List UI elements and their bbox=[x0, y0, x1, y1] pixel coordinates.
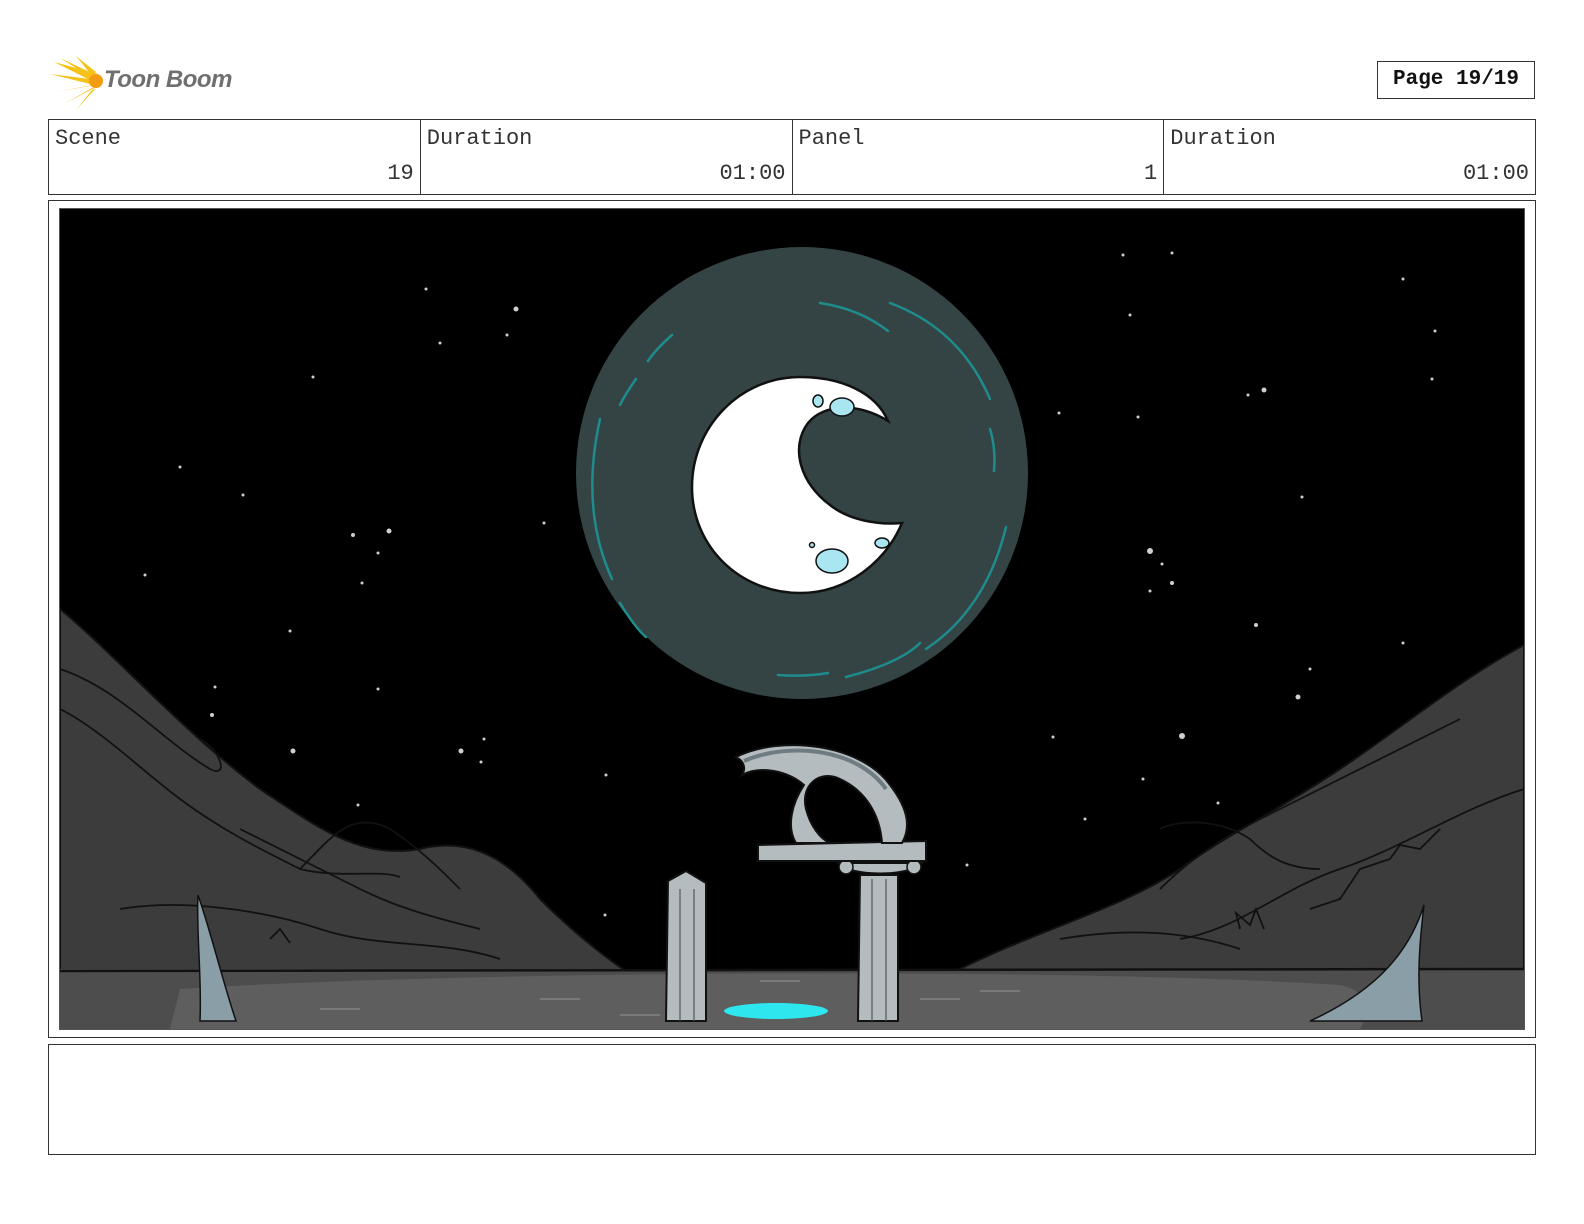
scene-duration-cell: Duration 01:00 bbox=[421, 120, 793, 194]
caption-box bbox=[48, 1044, 1536, 1155]
starburst-icon bbox=[50, 56, 103, 110]
scene-cell: Scene 19 bbox=[49, 120, 421, 194]
panel-duration-value: 01:00 bbox=[1462, 161, 1529, 186]
logo-text: Toon Boom bbox=[104, 66, 232, 93]
panel-value: 1 bbox=[1144, 161, 1158, 186]
scene-duration-value: 01:00 bbox=[719, 161, 786, 186]
panel-cell: Panel 1 bbox=[793, 120, 1165, 194]
scene-duration-label: Duration bbox=[426, 126, 533, 151]
right-pillar bbox=[856, 874, 899, 1022]
lake-surface bbox=[170, 973, 1365, 1029]
glowing-water bbox=[724, 1003, 828, 1019]
scene-info-row: Scene 19 Duration 01:00 Panel 1 Duration… bbox=[48, 119, 1536, 195]
left-pillar bbox=[664, 869, 707, 1022]
scene-label: Scene bbox=[55, 126, 122, 151]
page-number: Page 19/19 bbox=[1377, 61, 1535, 99]
scene-value: 19 bbox=[387, 161, 414, 186]
panel-label: Panel bbox=[798, 126, 865, 151]
panel-duration-cell: Duration 01:00 bbox=[1164, 120, 1535, 194]
panel-illustration bbox=[59, 208, 1525, 1030]
night-scene-drawing bbox=[60, 209, 1524, 1029]
panel-duration-label: Duration bbox=[1170, 126, 1276, 151]
